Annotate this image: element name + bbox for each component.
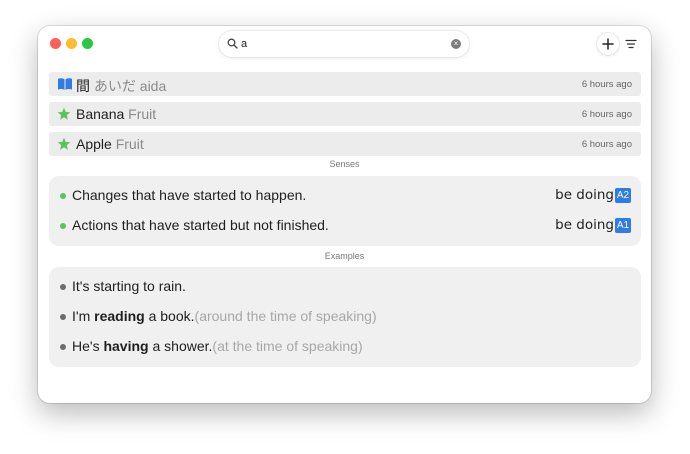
bullet-icon bbox=[60, 284, 66, 290]
star-icon bbox=[57, 137, 71, 150]
examples-card: It's starting to rain. I'm reading a boo… bbox=[49, 267, 641, 367]
history-term: Banana Fruit bbox=[76, 106, 156, 122]
bullet-icon bbox=[60, 314, 66, 320]
example-pre: I'm bbox=[72, 308, 95, 324]
history-row[interactable]: Apple Fruit 6 hours ago bbox=[49, 132, 641, 156]
search-input[interactable] bbox=[241, 34, 441, 54]
history-row[interactable]: 間 あいだ aida 6 hours ago bbox=[49, 72, 641, 96]
search-icon bbox=[227, 38, 238, 49]
sense-item[interactable]: Actions that have started but not finish… bbox=[49, 215, 641, 235]
menu-button[interactable] bbox=[624, 37, 638, 51]
kind-text: Fruit bbox=[128, 106, 157, 122]
reading-text: あいだ aida bbox=[93, 78, 167, 94]
example-text: I'm reading a book.(around the time of s… bbox=[72, 308, 377, 324]
term-text: Apple bbox=[76, 136, 112, 152]
bullet-icon bbox=[60, 344, 66, 350]
titlebar: × bbox=[38, 26, 651, 62]
timestamp: 6 hours ago bbox=[581, 109, 632, 120]
example-item[interactable]: He's having a shower.(at the time of spe… bbox=[49, 336, 641, 356]
kind-text: Fruit bbox=[115, 136, 144, 152]
sense-text: Actions that have started but not finish… bbox=[72, 217, 329, 233]
example-post: a shower. bbox=[148, 338, 213, 354]
example-keyword: having bbox=[103, 338, 149, 354]
bullet-icon bbox=[60, 223, 66, 229]
close-window-button[interactable] bbox=[50, 38, 61, 49]
book-icon bbox=[58, 78, 72, 90]
minimize-window-button[interactable] bbox=[66, 38, 77, 49]
example-text: It's starting to rain. bbox=[72, 278, 186, 294]
timestamp: 6 hours ago bbox=[581, 79, 632, 90]
star-icon bbox=[57, 107, 71, 120]
example-post: a book. bbox=[144, 308, 195, 324]
app-window: × 間 あいだ aida 6 hours ago bbox=[38, 26, 651, 403]
examples-heading: Examples bbox=[324, 251, 365, 261]
example-item[interactable]: I'm reading a book.(around the time of s… bbox=[49, 306, 641, 326]
plus-icon bbox=[602, 38, 614, 50]
maximize-window-button[interactable] bbox=[82, 38, 93, 49]
sense-text: Changes that have started to happen. bbox=[72, 187, 307, 203]
senses-heading: Senses bbox=[329, 159, 360, 169]
term-text: 間 bbox=[76, 78, 90, 94]
example-note: (at the time of speaking) bbox=[212, 338, 363, 354]
bullet-icon bbox=[60, 193, 66, 199]
example-note: (around the time of speaking) bbox=[194, 308, 377, 324]
level-badge: A2 bbox=[615, 188, 631, 203]
example-pre: It's starting to rain. bbox=[72, 278, 186, 294]
history-row[interactable]: Banana Fruit 6 hours ago bbox=[49, 102, 641, 126]
list-menu-icon bbox=[625, 39, 637, 49]
term-text: Banana bbox=[76, 106, 125, 122]
example-pre: He's bbox=[72, 338, 104, 354]
add-button[interactable] bbox=[597, 33, 619, 55]
senses-card: Changes that have started to happen. be … bbox=[49, 176, 641, 246]
timestamp: 6 hours ago bbox=[581, 139, 632, 150]
history-term: 間 あいだ aida bbox=[76, 76, 166, 96]
sense-item[interactable]: Changes that have started to happen. be … bbox=[49, 185, 641, 205]
example-keyword: reading bbox=[94, 308, 145, 324]
grammar-pattern: be doing bbox=[555, 187, 614, 203]
search-bar[interactable]: × bbox=[219, 31, 469, 57]
clear-search-icon[interactable]: × bbox=[451, 39, 461, 49]
grammar-pattern: be doing bbox=[555, 217, 614, 233]
example-item[interactable]: It's starting to rain. bbox=[49, 276, 641, 296]
example-text: He's having a shower.(at the time of spe… bbox=[72, 338, 363, 354]
level-badge: A1 bbox=[615, 218, 631, 233]
history-term: Apple Fruit bbox=[76, 136, 144, 152]
